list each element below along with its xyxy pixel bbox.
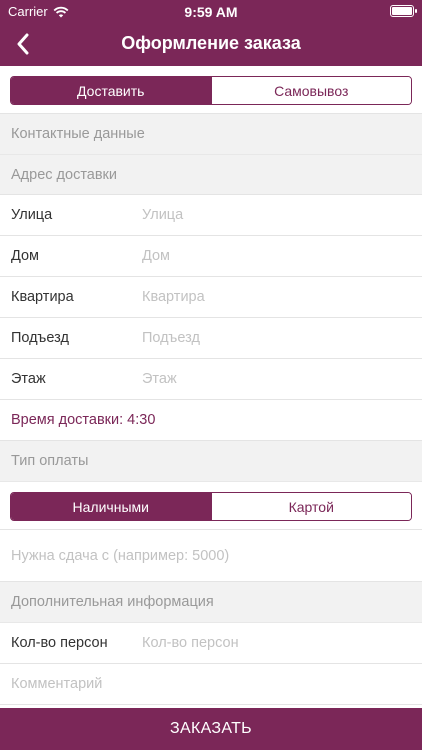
apartment-label: Квартира: [11, 289, 74, 305]
delivery-mode-segmented-control: Доставить Самовывоз: [10, 76, 412, 105]
section-header-payment: Тип оплаты: [0, 441, 422, 482]
order-button[interactable]: ЗАКАЗАТЬ: [0, 708, 422, 750]
floor-input[interactable]: [142, 371, 392, 387]
house-input[interactable]: [142, 248, 392, 264]
field-row-house: Дом: [0, 236, 422, 277]
segment-delivery[interactable]: Доставить: [11, 77, 211, 104]
entrance-label: Подъезд: [11, 330, 69, 346]
street-input[interactable]: [142, 207, 392, 223]
comment-input[interactable]: [11, 676, 411, 692]
status-bar: Carrier 9:59 AM: [0, 0, 422, 22]
entrance-input[interactable]: [142, 330, 392, 346]
house-label: Дом: [11, 248, 40, 264]
segment-card[interactable]: Картой: [210, 493, 411, 520]
section-header-extra: Дополнительная информация: [0, 582, 422, 623]
field-row-entrance: Подъезд: [0, 318, 422, 359]
battery-icon: [390, 5, 417, 17]
street-label: Улица: [11, 207, 53, 223]
segment-pickup[interactable]: Самовывоз: [210, 77, 411, 104]
status-time: 9:59 AM: [184, 4, 238, 20]
section-header-address: Адрес доставки: [0, 155, 422, 195]
comment-row: [0, 664, 422, 705]
field-row-persons: Кол-во персон: [0, 623, 422, 664]
persons-label: Кол-во персон: [11, 635, 108, 651]
field-row-floor: Этаж: [0, 359, 422, 400]
order-form: Доставить Самовывоз Контактные данные Ад…: [0, 66, 422, 708]
page-title: Оформление заказа: [121, 33, 301, 53]
persons-input[interactable]: [142, 635, 392, 651]
change-amount-input[interactable]: [11, 547, 411, 564]
delivery-mode-row: Доставить Самовывоз: [0, 66, 422, 114]
section-header-contact: Контактные данные: [0, 114, 422, 155]
field-row-apartment: Квартира: [0, 277, 422, 318]
field-row-street: Улица: [0, 195, 422, 236]
segment-cash[interactable]: Наличными: [11, 493, 211, 520]
apartment-input[interactable]: [142, 289, 392, 305]
floor-label: Этаж: [11, 371, 46, 387]
navigation-bar: Оформление заказа: [0, 22, 422, 66]
delivery-time-selector[interactable]: Время доставки: 4:30: [0, 400, 422, 441]
payment-type-segmented-control: Наличными Картой: [10, 492, 412, 521]
change-row: [0, 530, 422, 582]
payment-type-row: Наличными Картой: [0, 482, 422, 530]
